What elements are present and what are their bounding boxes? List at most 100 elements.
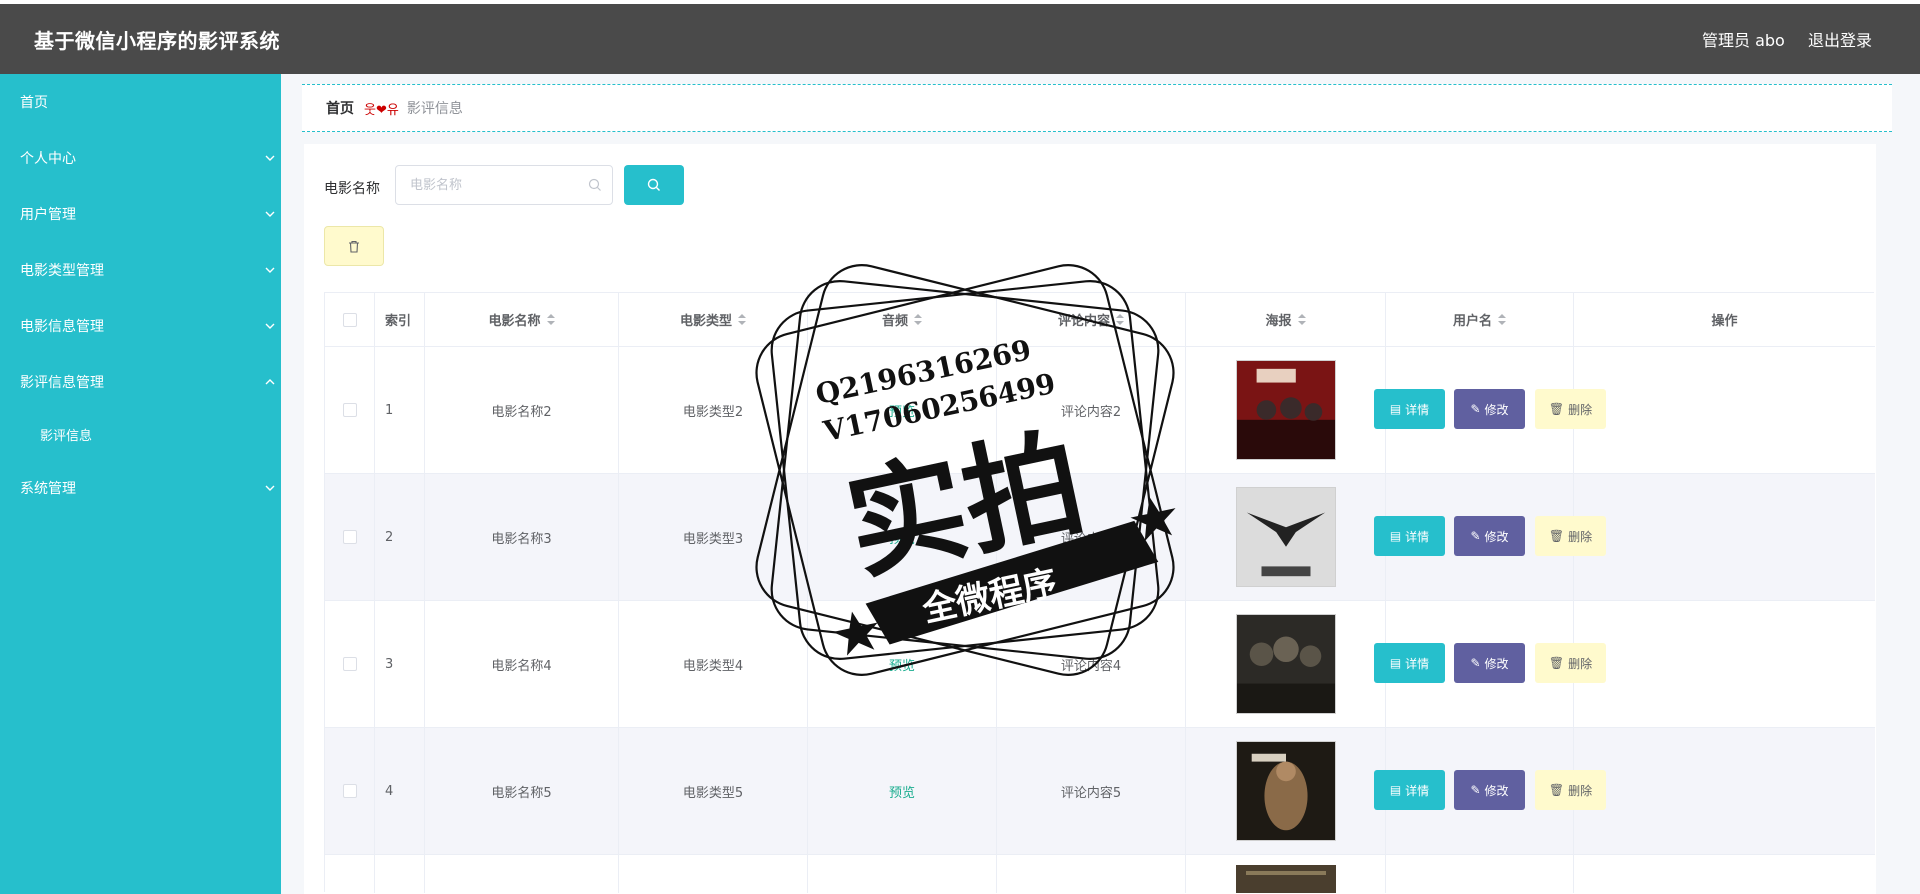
- search-icon: [647, 178, 660, 191]
- cell-audio: 预览: [808, 347, 997, 473]
- header-comment[interactable]: 评论内容: [997, 293, 1186, 346]
- cell-actions: [1574, 474, 1875, 600]
- cell-movie-name: [425, 855, 619, 893]
- sort-icon[interactable]: [738, 313, 746, 326]
- sort-icon[interactable]: [1297, 313, 1306, 326]
- batch-delete-button[interactable]: [324, 226, 384, 266]
- header-checkbox-cell: [325, 293, 375, 346]
- detail-button[interactable]: ▤ 详情: [1374, 770, 1445, 810]
- poster-image: [1235, 614, 1336, 714]
- edit-label: 修改: [1484, 656, 1509, 671]
- pencil-icon: ✎: [1470, 656, 1481, 670]
- search-box: [395, 165, 613, 205]
- sidebar-item-label: 个人中心: [20, 151, 76, 167]
- app-title: 基于微信小程序的影评系统: [34, 28, 280, 53]
- detail-button[interactable]: ▤ 详情: [1374, 516, 1445, 556]
- delete-button[interactable]: 🗑 删除: [1535, 770, 1606, 810]
- trash-icon: 🗑: [1548, 529, 1565, 543]
- chevron-down-icon: [265, 267, 275, 273]
- sidebar-item-personal-center[interactable]: 个人中心: [0, 138, 281, 178]
- row-checkbox-cell: [325, 728, 375, 854]
- header-username[interactable]: 用户名: [1386, 293, 1574, 346]
- delete-button[interactable]: 🗑 删除: [1535, 643, 1606, 683]
- cell-movie-type: 电影类型4: [619, 601, 808, 727]
- top-bar: 基于微信小程序的影评系统 管理员 abo 退出登录: [0, 4, 1920, 74]
- sidebar-item-system-management[interactable]: 系统管理: [0, 468, 281, 508]
- sidebar-item-label: 首页: [20, 95, 48, 111]
- audio-preview-link[interactable]: 预览: [889, 782, 915, 801]
- row-checkbox[interactable]: [342, 784, 357, 798]
- sort-icon[interactable]: [546, 313, 555, 326]
- row-checkbox[interactable]: [342, 403, 357, 417]
- table-row: 2 电影名称3 电影类型3 预览 评论内容3 用户名3 ▤详情 ✎修改 🗑删除: [325, 474, 1875, 601]
- sidebar-item-review-management[interactable]: 影评信息管理: [0, 362, 281, 402]
- header-movie-name[interactable]: 电影名称: [425, 293, 619, 346]
- sort-icon[interactable]: [1498, 313, 1506, 326]
- review-table: 索引 电影名称 电影类型 音频 评论内容 海报 用户名 操作 1 电影名称2 电…: [324, 292, 1875, 893]
- detail-button[interactable]: ▤ 详情: [1374, 389, 1445, 429]
- trash-icon: 🗑: [1548, 656, 1565, 670]
- edit-button[interactable]: ✎ 修改: [1454, 770, 1525, 810]
- pencil-icon: ✎: [1470, 402, 1481, 416]
- header-label: 评论内容: [1057, 314, 1110, 329]
- sort-icon[interactable]: [914, 313, 922, 326]
- audio-preview-link[interactable]: 预览: [889, 528, 915, 547]
- chevron-down-icon: [265, 323, 275, 329]
- detail-button[interactable]: ▤ 详情: [1374, 643, 1445, 683]
- cell-movie-name: 电影名称5: [425, 728, 619, 854]
- delete-label: 删除: [1568, 529, 1593, 544]
- sidebar-item-movie-type-management[interactable]: 电影类型管理: [0, 250, 281, 290]
- detail-label: 详情: [1405, 402, 1430, 417]
- sidebar-item-review-info[interactable]: 影评信息: [0, 414, 281, 454]
- pencil-icon: ✎: [1470, 783, 1481, 797]
- document-icon: ▤: [1389, 783, 1402, 797]
- header-movie-type[interactable]: 电影类型: [619, 293, 808, 346]
- sidebar-item-user-management[interactable]: 用户管理: [0, 194, 281, 234]
- header-index: 索引: [375, 293, 425, 346]
- admin-label: 管理员 abo: [1702, 31, 1785, 50]
- logout-button[interactable]: 退出登录: [1808, 27, 1872, 51]
- cell-comment: [997, 855, 1186, 893]
- cell-movie-type: 电影类型3: [619, 474, 808, 600]
- chevron-up-icon: [265, 379, 275, 385]
- row-checkbox[interactable]: [342, 657, 357, 671]
- list-area: 电影名称 索引 电影名称 电影类型 音频 评论内容 海报 用户名 操作 1 电影…: [304, 74, 1904, 893]
- delete-label: 删除: [1568, 656, 1593, 671]
- cell-actions: [1574, 855, 1875, 893]
- audio-preview-link[interactable]: 预览: [889, 401, 915, 420]
- cell-index: 4: [375, 728, 425, 854]
- header-audio[interactable]: 音频: [808, 293, 997, 346]
- edit-button[interactable]: ✎ 修改: [1454, 643, 1525, 683]
- trash-icon: 🗑: [1548, 402, 1565, 416]
- detail-label: 详情: [1405, 783, 1430, 798]
- delete-label: 删除: [1568, 783, 1593, 798]
- cell-poster: [1186, 601, 1386, 727]
- delete-button[interactable]: 🗑 删除: [1535, 389, 1606, 429]
- edit-button[interactable]: ✎ 修改: [1454, 389, 1525, 429]
- search-button[interactable]: [624, 165, 684, 205]
- sidebar-item-label: 电影类型管理: [20, 263, 104, 279]
- cell-actions: [1574, 728, 1875, 854]
- document-icon: ▤: [1389, 529, 1402, 543]
- poster-image: [1235, 487, 1336, 587]
- header-actions: 操作: [1574, 293, 1875, 346]
- cell-comment: 评论内容4: [997, 601, 1186, 727]
- delete-button[interactable]: 🗑 删除: [1535, 516, 1606, 556]
- poster-image: [1235, 741, 1336, 841]
- delete-label: 删除: [1568, 402, 1593, 417]
- poster-image: [1235, 865, 1336, 893]
- search-input[interactable]: [396, 166, 576, 204]
- cell-poster: [1186, 855, 1386, 893]
- cell-index: 2: [375, 474, 425, 600]
- sidebar-item-home[interactable]: 首页: [0, 82, 281, 122]
- sort-icon[interactable]: [1116, 313, 1124, 326]
- sidebar-item-movie-info-management[interactable]: 电影信息管理: [0, 306, 281, 346]
- row-checkbox[interactable]: [342, 530, 357, 544]
- header-poster[interactable]: 海报: [1186, 293, 1386, 346]
- chevron-down-icon: [265, 155, 275, 161]
- table-row: [325, 855, 1875, 893]
- select-all-checkbox[interactable]: [342, 312, 357, 327]
- cell-index: 3: [375, 601, 425, 727]
- edit-button[interactable]: ✎ 修改: [1454, 516, 1525, 556]
- audio-preview-link[interactable]: 预览: [889, 655, 915, 674]
